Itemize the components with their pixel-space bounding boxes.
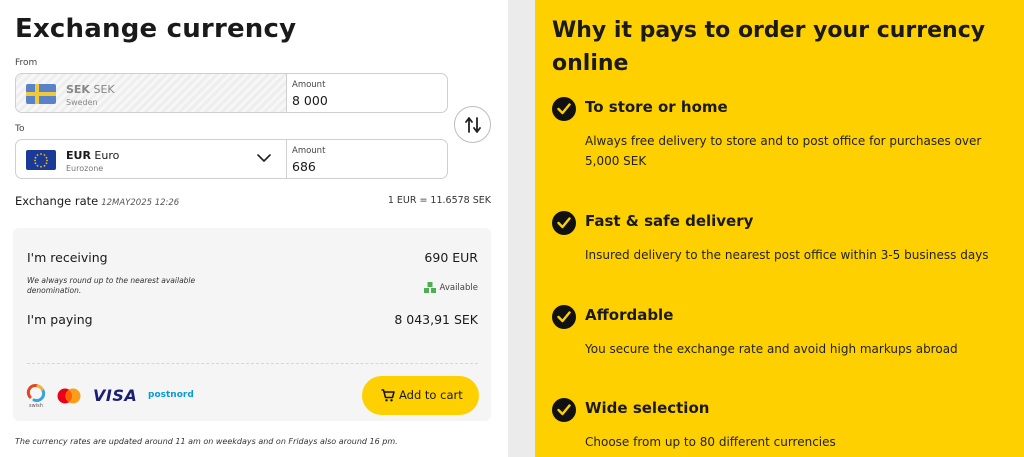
postnord-logo: postnord bbox=[148, 390, 194, 400]
from-amount-label: Amount bbox=[292, 80, 326, 90]
benefit-description: You secure the exchange rate and avoid h… bbox=[585, 342, 958, 356]
from-currency-code: SEK SEK bbox=[66, 83, 115, 96]
eu-flag-icon bbox=[26, 150, 56, 170]
to-currency-select[interactable]: EUR Euro Eurozone bbox=[16, 140, 286, 178]
exchange-rate-date: 12MAY2025 12:26 bbox=[101, 198, 180, 208]
paying-value: 8 043,91 SEK bbox=[394, 312, 478, 327]
chevron-down-icon[interactable] bbox=[256, 153, 272, 163]
mastercard-icon bbox=[57, 388, 81, 404]
sweden-flag-icon bbox=[26, 84, 56, 104]
benefit-description: Choose from up to 80 different currencie… bbox=[585, 435, 836, 449]
from-amount-input[interactable]: Amount 8 000 bbox=[286, 74, 447, 112]
to-label: To bbox=[15, 124, 25, 134]
swish-icon bbox=[26, 384, 46, 402]
benefit-description: Always free delivery to store and to pos… bbox=[585, 134, 982, 168]
column-gap bbox=[508, 0, 535, 457]
to-currency-field: EUR Euro Eurozone Amount 686 bbox=[15, 139, 448, 179]
divider bbox=[27, 363, 478, 364]
visa-logo: VISA bbox=[93, 386, 138, 405]
checkmark-icon bbox=[552, 97, 576, 121]
to-amount-value: 686 bbox=[292, 159, 316, 174]
to-amount-input[interactable]: Amount 686 bbox=[286, 140, 447, 178]
exchange-rate-label: Exchange rate 12MAY2025 12:26 bbox=[15, 194, 180, 208]
swish-logo: swish bbox=[26, 383, 46, 409]
from-amount-value: 8 000 bbox=[292, 93, 328, 108]
benefits-panel: Why it pays to order your currency onlin… bbox=[535, 0, 1024, 457]
order-summary: I'm receiving 690 EUR We always round up… bbox=[13, 228, 491, 421]
exchange-rate-value: 1 EUR = 11.6578 SEK bbox=[387, 195, 491, 206]
receiving-label: I'm receiving bbox=[27, 250, 108, 265]
from-currency-country: Sweden bbox=[66, 98, 98, 107]
to-currency-country: Eurozone bbox=[66, 164, 104, 173]
checkmark-icon bbox=[552, 211, 576, 235]
to-currency-code: EUR Euro bbox=[66, 149, 120, 162]
to-amount-label: Amount bbox=[292, 146, 326, 156]
add-to-cart-label: Add to cart bbox=[399, 388, 463, 402]
availability-status: Available bbox=[423, 282, 478, 293]
checkmark-icon bbox=[552, 398, 576, 422]
from-currency-select: SEK SEK Sweden bbox=[16, 74, 286, 112]
rounding-note: We always round up to the nearest availa… bbox=[27, 276, 196, 295]
benefit-title: Wide selection bbox=[585, 399, 710, 417]
swap-currencies-button[interactable] bbox=[454, 106, 491, 143]
benefit-title: To store or home bbox=[585, 98, 728, 116]
benefit-title: Fast & safe delivery bbox=[585, 212, 754, 230]
benefits-title: Why it pays to order your currency onlin… bbox=[552, 18, 986, 76]
exchange-panel: Exchange currency From SEK SEK Sweden Am… bbox=[0, 0, 508, 457]
mastercard-logo bbox=[56, 388, 82, 408]
page-title: Exchange currency bbox=[15, 14, 297, 44]
rates-footnote: The currency rates are updated around 11… bbox=[15, 437, 398, 446]
swap-arrows-icon bbox=[465, 117, 481, 133]
paying-label: I'm paying bbox=[27, 312, 93, 327]
checkmark-icon bbox=[552, 305, 576, 329]
benefit-description: Insured delivery to the nearest post off… bbox=[585, 248, 989, 262]
cart-icon bbox=[381, 389, 395, 402]
benefit-title: Affordable bbox=[585, 306, 674, 324]
from-label: From bbox=[15, 58, 38, 68]
stock-boxes-icon bbox=[423, 282, 436, 293]
from-currency-field: SEK SEK Sweden Amount 8 000 bbox=[15, 73, 448, 113]
add-to-cart-button[interactable]: Add to cart bbox=[362, 376, 479, 415]
receiving-value: 690 EUR bbox=[424, 250, 478, 265]
